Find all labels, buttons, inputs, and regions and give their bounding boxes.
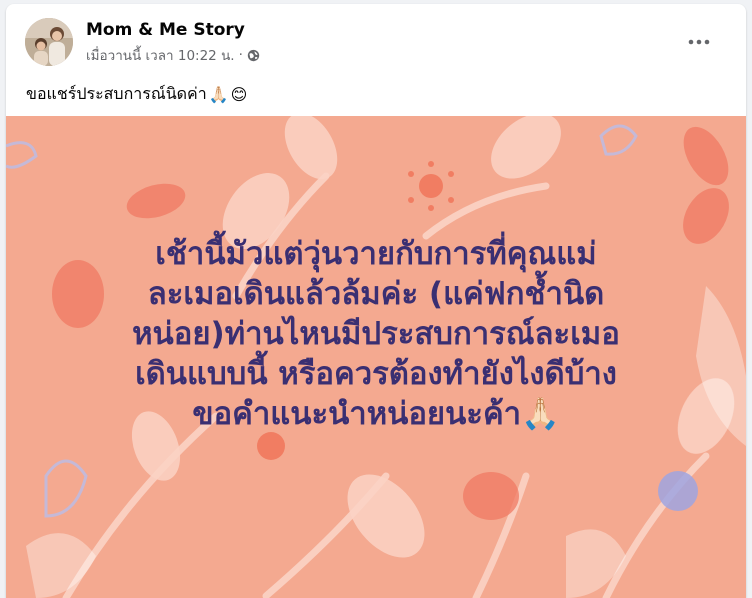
post-caption: ขอแชร์ประสบการณ์นิดค่า 🙏🏻 😊 [26,82,247,107]
post-image[interactable]: เช้านี้มัวแต่วุ่นวายกับการที่คุณแม่ ละเม… [6,116,746,598]
post-timestamp[interactable]: เมื่อวานนี้ เวลา 10:22 น. [86,44,235,66]
author-name[interactable]: Mom & Me Story [86,20,245,40]
caption-text: ขอแชร์ประสบการณ์นิดค่า [26,84,207,103]
more-options-button[interactable] [681,24,717,60]
smile-emoji: 😊 [230,85,248,104]
avatar-photo [25,18,73,66]
author-avatar[interactable] [25,18,73,66]
pray-emoji: 🙏🏻 [208,85,229,104]
image-text: เช้านี้มัวแต่วุ่นวายกับการที่คุณแม่ ละเม… [132,236,620,432]
meta-separator: · [238,47,243,63]
globe-icon[interactable] [247,49,260,62]
post-meta: เมื่อวานนี้ เวลา 10:22 น. · [86,46,260,64]
more-options-icon [688,39,710,45]
post-header: Mom & Me Story เมื่อวานนี้ เวลา 10:22 น.… [6,4,746,74]
post-card: Mom & Me Story เมื่อวานนี้ เวลา 10:22 น.… [6,4,746,598]
